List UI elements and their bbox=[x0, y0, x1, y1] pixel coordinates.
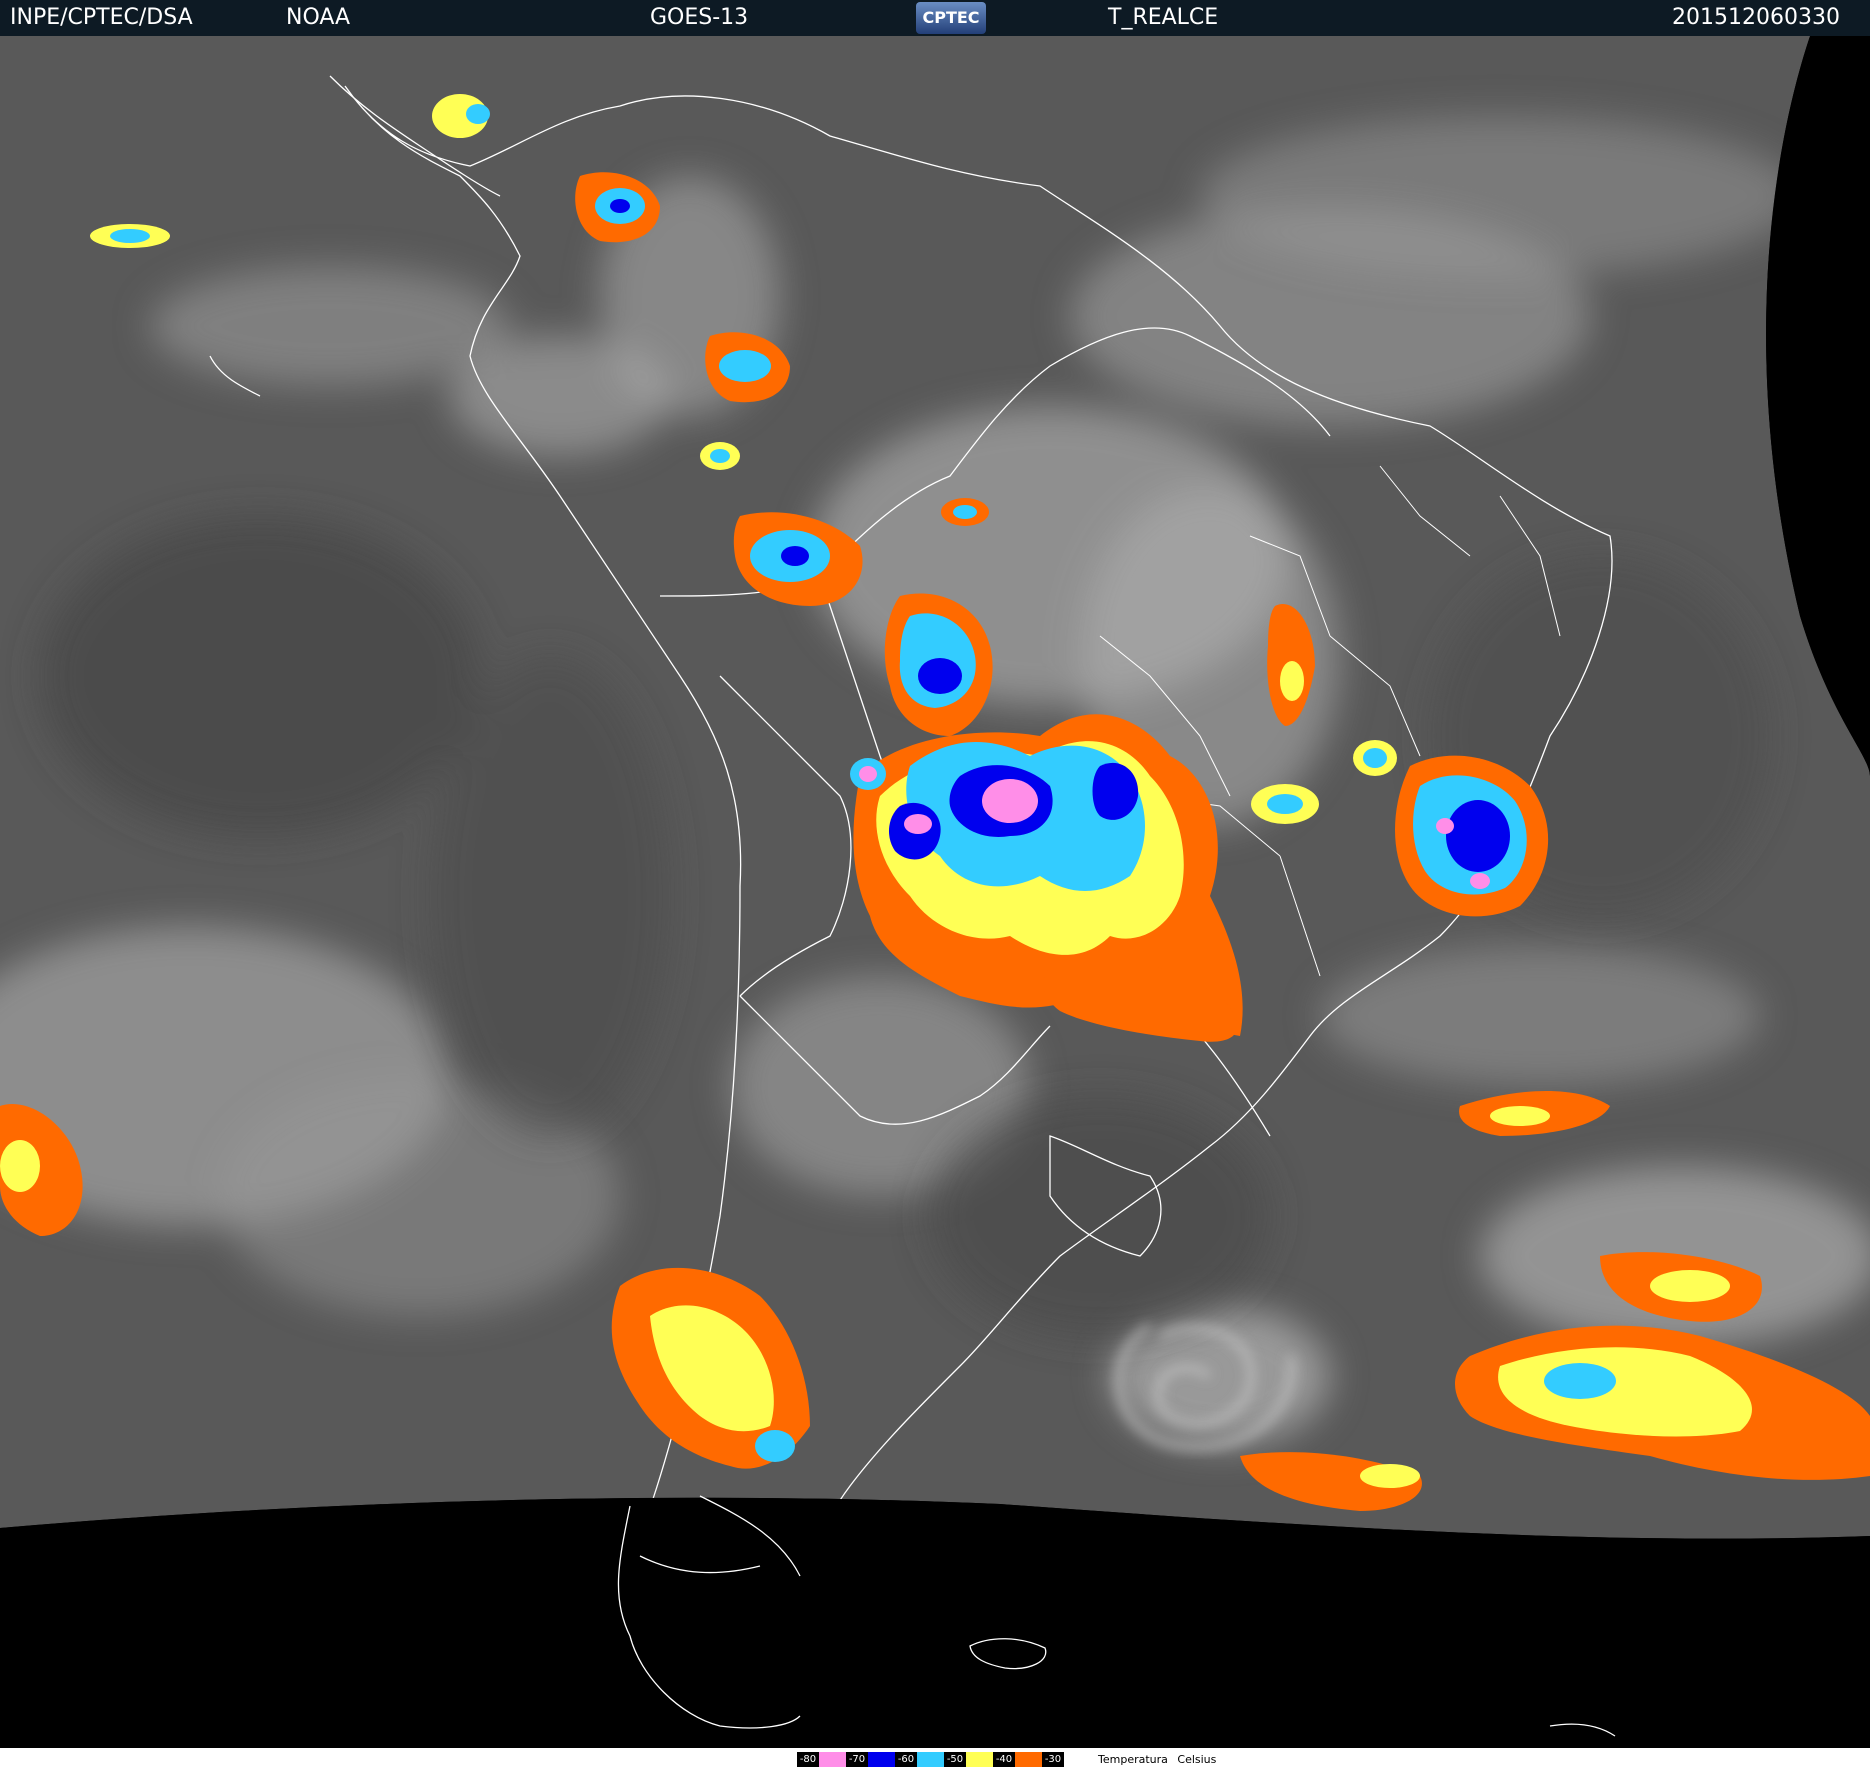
legend-label-minus40: -40 bbox=[993, 1752, 1015, 1767]
timestamp-label: 201512060330 bbox=[1672, 5, 1840, 30]
satellite-map[interactable] bbox=[0, 36, 1870, 1748]
satellite-label: GOES-13 bbox=[650, 5, 749, 30]
legend-label-minus30: -30 bbox=[1042, 1752, 1064, 1767]
agency-label: NOAA bbox=[286, 5, 351, 30]
legend-label-minus80: -80 bbox=[797, 1752, 819, 1767]
legend-swatch-yellow bbox=[966, 1752, 993, 1767]
legend-title: Temperatura Celsius bbox=[1098, 1753, 1217, 1766]
legend-bar: -80 -70 -60 -50 -40 -30 Temperatura Cels… bbox=[0, 1748, 1870, 1770]
institution-label: INPE/CPTEC/DSA bbox=[10, 5, 193, 30]
legend-swatch-blue bbox=[868, 1752, 895, 1767]
legend-swatch-cyan bbox=[917, 1752, 944, 1767]
cptec-logo: CPTEC bbox=[916, 2, 986, 34]
product-label: T_REALCE bbox=[1108, 5, 1219, 30]
legend-swatch-orange bbox=[1015, 1752, 1042, 1767]
legend-label-minus60: -60 bbox=[895, 1752, 917, 1767]
legend-label-minus70: -70 bbox=[846, 1752, 868, 1767]
legend-swatch-pink bbox=[819, 1752, 846, 1767]
legend-label-minus50: -50 bbox=[944, 1752, 966, 1767]
title-bar: INPE/CPTEC/DSA NOAA GOES-13 CPTEC T_REAL… bbox=[0, 0, 1870, 37]
